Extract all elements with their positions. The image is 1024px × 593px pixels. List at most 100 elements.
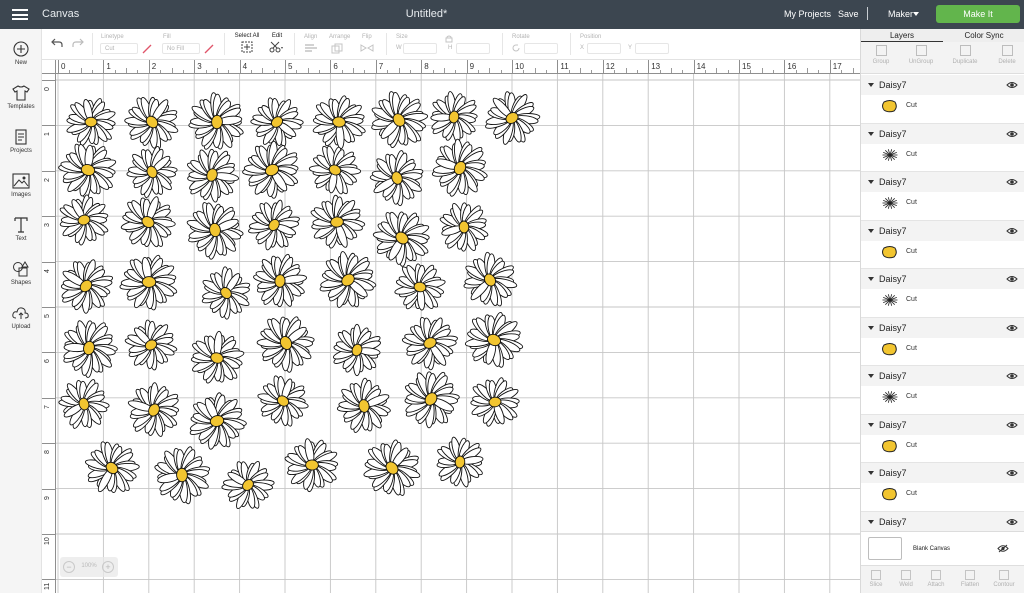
- sidebar-item-new[interactable]: New: [0, 41, 42, 66]
- chevron-down-icon[interactable]: [868, 374, 874, 378]
- daisy-shape[interactable]: [248, 367, 317, 436]
- fill-select[interactable]: No Fill: [162, 43, 200, 54]
- flatten-button[interactable]: Flatten: [955, 570, 985, 588]
- daisy-shape[interactable]: [213, 450, 284, 521]
- daisy-shape[interactable]: [283, 437, 339, 493]
- daisy-shape[interactable]: [117, 374, 191, 448]
- delete-button[interactable]: Delete: [987, 45, 1024, 65]
- contour-button[interactable]: Contour: [989, 570, 1019, 588]
- daisy-shape[interactable]: [421, 129, 499, 208]
- blank-canvas-row[interactable]: Blank Canvas: [861, 531, 1024, 565]
- daisy-shape[interactable]: [119, 138, 186, 206]
- eye-icon[interactable]: [1006, 324, 1018, 332]
- attach-button[interactable]: Attach: [921, 570, 951, 588]
- duplicate-button[interactable]: Duplicate: [945, 45, 985, 65]
- weld-button[interactable]: Weld: [891, 570, 921, 588]
- zoom-in-button[interactable]: +: [102, 561, 114, 573]
- edit-button[interactable]: Edit: [266, 33, 288, 55]
- sidebar-item-templates[interactable]: Templates: [0, 85, 42, 110]
- layer-group-header[interactable]: Daisy7: [861, 317, 1024, 338]
- flip-icon[interactable]: [360, 43, 376, 54]
- layer-group[interactable]: Daisy7 Cut: [861, 123, 1024, 172]
- daisy-shape[interactable]: [307, 239, 388, 320]
- daisy-shape[interactable]: [308, 192, 368, 252]
- daisy-shape[interactable]: [391, 358, 472, 439]
- layer-group-header[interactable]: Daisy7: [861, 414, 1024, 435]
- eye-icon[interactable]: [1006, 518, 1018, 526]
- layer-group-header[interactable]: Daisy7: [861, 123, 1024, 144]
- daisy-shape[interactable]: [474, 81, 548, 155]
- eye-icon[interactable]: [1006, 372, 1018, 380]
- daisy-shape[interactable]: [178, 139, 247, 208]
- daisy-shape[interactable]: [359, 80, 439, 161]
- layer-group-header[interactable]: Daisy7: [861, 366, 1024, 386]
- daisy-shape[interactable]: [119, 253, 179, 311]
- daisy-shape[interactable]: [453, 243, 528, 318]
- daisy-shape[interactable]: [117, 311, 186, 379]
- chevron-down-icon[interactable]: [868, 180, 874, 184]
- arrange-icon[interactable]: [331, 43, 347, 54]
- layer-group[interactable]: Daisy7 Cut: [861, 414, 1024, 463]
- eye-icon[interactable]: [1006, 275, 1018, 283]
- blank-canvas-swatch[interactable]: [868, 537, 902, 560]
- eye-hidden-icon[interactable]: [997, 544, 1009, 553]
- align-icon[interactable]: [304, 43, 320, 54]
- eye-icon[interactable]: [1006, 178, 1018, 186]
- daisy-shape[interactable]: [333, 374, 396, 437]
- daisy-shape[interactable]: [396, 307, 467, 377]
- layer-group-header[interactable]: Daisy7: [861, 511, 1024, 531]
- daisy-shape[interactable]: [113, 83, 189, 160]
- daisy-shape[interactable]: [438, 200, 490, 253]
- layer-group-header[interactable]: Daisy7: [861, 220, 1024, 241]
- daisy-shape[interactable]: [181, 387, 252, 456]
- chevron-down-icon[interactable]: [868, 422, 874, 427]
- layer-group[interactable]: Daisy7 Cut: [861, 317, 1024, 366]
- daisy-shape[interactable]: [74, 430, 150, 506]
- layer-group[interactable]: Daisy7 Cut: [861, 172, 1024, 221]
- chevron-down-icon[interactable]: [868, 277, 874, 281]
- daisy-shape[interactable]: [53, 190, 115, 251]
- daisy-shape[interactable]: [66, 97, 117, 146]
- sidebar-item-text[interactable]: Text: [0, 217, 42, 242]
- sidebar-item-shapes[interactable]: Shapes: [0, 261, 42, 286]
- redo-icon[interactable]: [72, 38, 84, 48]
- daisy-shape[interactable]: [425, 87, 484, 147]
- height-input[interactable]: [456, 43, 490, 54]
- daisy-shape[interactable]: [309, 92, 370, 153]
- daisy-shape[interactable]: [351, 427, 432, 509]
- slice-button[interactable]: Slice: [861, 570, 891, 588]
- daisy-shape[interactable]: [186, 90, 247, 153]
- rotate-input[interactable]: [524, 43, 558, 54]
- layer-group-header[interactable]: Daisy7: [861, 75, 1024, 95]
- layer-group-header[interactable]: Daisy7: [861, 172, 1024, 192]
- y-position-input[interactable]: [635, 43, 669, 54]
- daisy-shape[interactable]: [234, 132, 310, 207]
- layer-group[interactable]: Daisy7: [861, 511, 1024, 531]
- fill-color-icon[interactable]: [203, 43, 215, 55]
- daisy-shape[interactable]: [53, 372, 116, 435]
- daisy-shape[interactable]: [363, 144, 432, 213]
- eye-icon[interactable]: [1006, 227, 1018, 235]
- ungroup-button[interactable]: UnGroup: [901, 45, 941, 65]
- make-it-button[interactable]: Make It: [936, 5, 1020, 23]
- daisy-shape[interactable]: [433, 434, 487, 489]
- width-input[interactable]: [403, 43, 437, 54]
- sidebar-item-images[interactable]: Images: [0, 173, 42, 198]
- tab-layers[interactable]: Layers: [861, 31, 943, 40]
- daisy-shape[interactable]: [467, 375, 522, 429]
- select-all-button[interactable]: Select All: [230, 33, 264, 55]
- x-position-input[interactable]: [587, 43, 621, 54]
- zoom-out-button[interactable]: −: [63, 561, 75, 573]
- chevron-down-icon[interactable]: [868, 131, 874, 136]
- sidebar-item-upload[interactable]: Upload: [0, 305, 42, 330]
- daisy-shape[interactable]: [55, 313, 124, 383]
- layer-group[interactable]: Daisy7 Cut: [861, 463, 1024, 512]
- daisy-shape[interactable]: [47, 248, 124, 325]
- eye-icon[interactable]: [1006, 130, 1018, 138]
- undo-icon[interactable]: [51, 38, 63, 48]
- chevron-down-icon[interactable]: [868, 519, 874, 524]
- daisy-shape[interactable]: [325, 318, 389, 383]
- layer-group[interactable]: Daisy7 Cut: [861, 75, 1024, 124]
- layer-group-header[interactable]: Daisy7: [861, 463, 1024, 483]
- eye-icon[interactable]: [1006, 421, 1018, 429]
